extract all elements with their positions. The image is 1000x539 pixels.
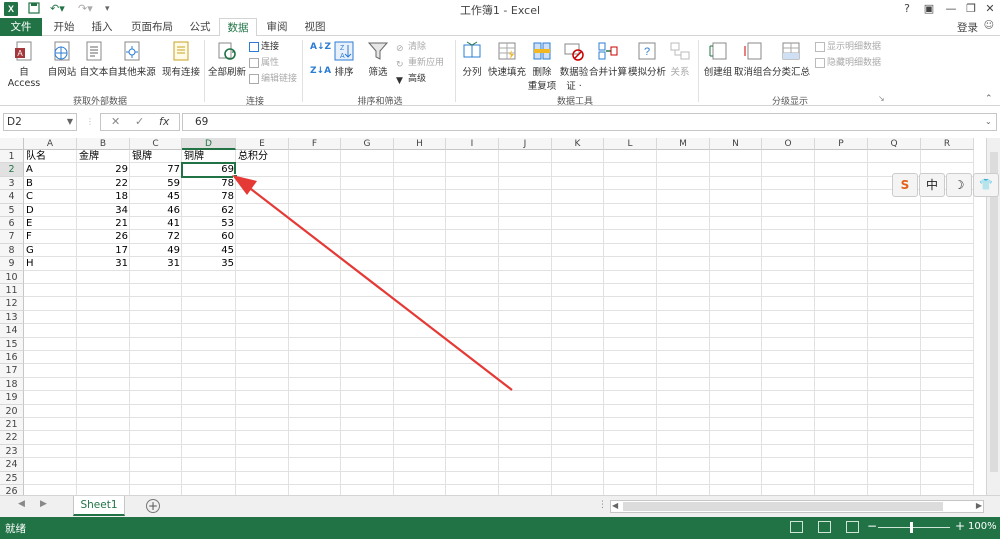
zoom-slider-thumb[interactable] [910, 522, 913, 533]
zoom-level[interactable]: 100% [968, 521, 997, 532]
page-break-view-icon[interactable] [846, 521, 859, 533]
tab-split-icon[interactable]: ⋮ [598, 500, 607, 510]
prev-sheet-icon[interactable]: ◀ [18, 499, 25, 509]
zoom-out-button[interactable]: − [867, 519, 877, 533]
scroll-right-icon[interactable]: ▶ [976, 501, 982, 510]
next-sheet-icon[interactable]: ▶ [40, 499, 47, 509]
status-bar: 就绪 − + 100% [0, 517, 1000, 539]
horizontal-scroll-thumb[interactable] [623, 502, 943, 511]
scroll-left-icon[interactable]: ◀ [612, 501, 618, 510]
add-sheet-button[interactable]: + [146, 499, 160, 513]
page-layout-view-icon[interactable] [818, 521, 831, 533]
horizontal-scrollbar[interactable]: ◀ ▶ [610, 500, 984, 513]
normal-view-icon[interactable] [790, 521, 803, 533]
status-ready: 就绪 [5, 523, 26, 535]
zoom-slider[interactable] [878, 527, 950, 528]
sheet-tab-sheet1[interactable]: Sheet1 [73, 496, 125, 516]
sheet-tab-bar: ◀ ▶ Sheet1 + ⋮ ◀ ▶ [0, 495, 1000, 517]
red-arrow-annotation [232, 175, 513, 391]
zoom-in-button[interactable]: + [955, 519, 965, 533]
